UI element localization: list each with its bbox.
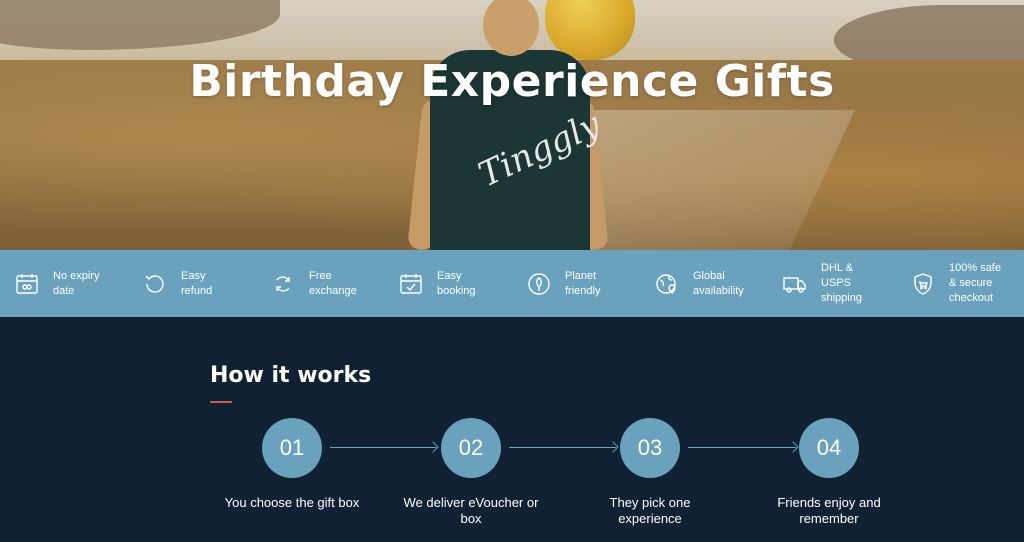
section-title: How it works — [210, 363, 372, 388]
person-head — [483, 0, 539, 56]
feature-label: No expiry date — [53, 269, 100, 297]
feature-global-availability: Global availability — [640, 250, 768, 317]
step-caption: They pick one experience — [609, 495, 691, 526]
delivery-truck-icon — [782, 271, 808, 297]
how-it-works-section: How it works 01 You choose the gift box … — [0, 317, 1024, 542]
globe-pin-icon — [654, 271, 680, 297]
step-1: 01 You choose the gift box — [212, 418, 372, 511]
feature-secure-checkout: 100% safe & secure checkout — [896, 250, 1024, 317]
feature-label: 100% safe & secure checkout — [949, 262, 1001, 304]
step-number: 01 — [262, 418, 322, 478]
feature-label: Easy booking — [437, 269, 476, 297]
feature-easy-booking: Easy booking — [384, 250, 512, 317]
step-4: 04 Friends enjoy and remember — [749, 418, 909, 527]
shield-cart-icon — [910, 271, 936, 297]
step-number: 02 — [441, 418, 501, 478]
refresh-icon — [142, 271, 168, 297]
feature-label: Easy refund — [181, 269, 213, 297]
feature-label: Global availability — [693, 269, 744, 297]
planet-leaf-icon — [526, 271, 552, 297]
calendar-infinity-icon — [14, 271, 40, 297]
step-2: 02 We deliver eVoucher or box — [391, 418, 551, 527]
step-number: 04 — [799, 418, 859, 478]
step-caption: You choose the gift box — [224, 495, 360, 510]
hero-banner: Tinggly Birthday Experience Gifts — [0, 0, 1024, 250]
step-3: 03 They pick one experience — [570, 418, 730, 527]
feature-planet-friendly: Planet friendly — [512, 250, 640, 317]
step-number: 03 — [620, 418, 680, 478]
feature-easy-refund: Easy refund — [128, 250, 256, 317]
hero-person: Tinggly — [407, 0, 609, 250]
exchange-arrows-icon — [270, 271, 296, 297]
feature-label: Free exchange — [309, 269, 357, 297]
step-caption: We deliver eVoucher or box — [403, 495, 539, 526]
feature-free-exchange: Free exchange — [256, 250, 384, 317]
feature-no-expiry: No expiry date — [0, 250, 128, 317]
feature-label: DHL & USPS shipping — [821, 262, 862, 304]
step-caption: Friends enjoy and remember — [777, 495, 881, 526]
page-title: Birthday Experience Gifts — [189, 56, 835, 107]
calendar-check-icon — [398, 271, 424, 297]
feature-shipping: DHL & USPS shipping — [768, 250, 896, 317]
feature-label: Planet friendly — [565, 269, 601, 297]
features-bar: No expiry date Easy refund Free exchange… — [0, 250, 1024, 317]
title-underline — [210, 401, 232, 403]
